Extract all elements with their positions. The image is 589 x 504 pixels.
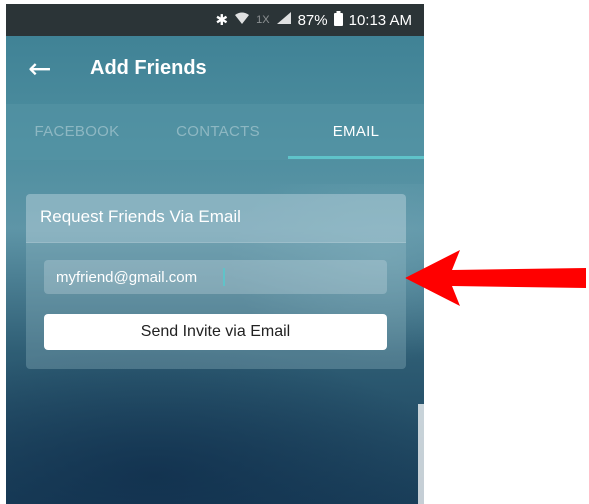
request-email-card: Request Friends Via Email Send Invite vi… (26, 194, 406, 369)
email-input[interactable] (44, 260, 387, 294)
status-bar: ✱ 1X 87% 10:13 AM (6, 4, 424, 36)
wifi-icon (234, 11, 250, 29)
active-tab-indicator (288, 156, 424, 159)
signal-icon (276, 11, 292, 29)
scrollbar[interactable] (418, 404, 424, 504)
bluetooth-icon: ✱ (215, 12, 229, 29)
arrow-shape (405, 250, 586, 306)
tab-facebook[interactable]: FACEBOOK (6, 104, 148, 160)
tab-bar: FACEBOOK CONTACTS EMAIL (6, 104, 424, 160)
card-header: Request Friends Via Email (26, 194, 406, 243)
app-bar: ← Add Friends (6, 36, 424, 104)
send-invite-button[interactable]: Send Invite via Email (44, 314, 387, 350)
card-title: Request Friends Via Email (40, 207, 241, 226)
battery-level: 87% (297, 11, 328, 29)
network-label: 1X (256, 14, 270, 26)
tab-email[interactable]: EMAIL (288, 104, 424, 160)
clock-time: 10:13 AM (348, 11, 412, 29)
page-title: Add Friends (90, 57, 207, 79)
battery-icon (333, 10, 343, 30)
red-arrow-annotation (405, 250, 586, 306)
phone-screen: ✱ 1X 87% 10:13 AM ← Add Friends FACEBOOK… (6, 4, 424, 504)
text-cursor (223, 268, 225, 286)
tab-contacts[interactable]: CONTACTS (148, 104, 288, 160)
back-arrow-icon[interactable]: ← (28, 52, 51, 86)
